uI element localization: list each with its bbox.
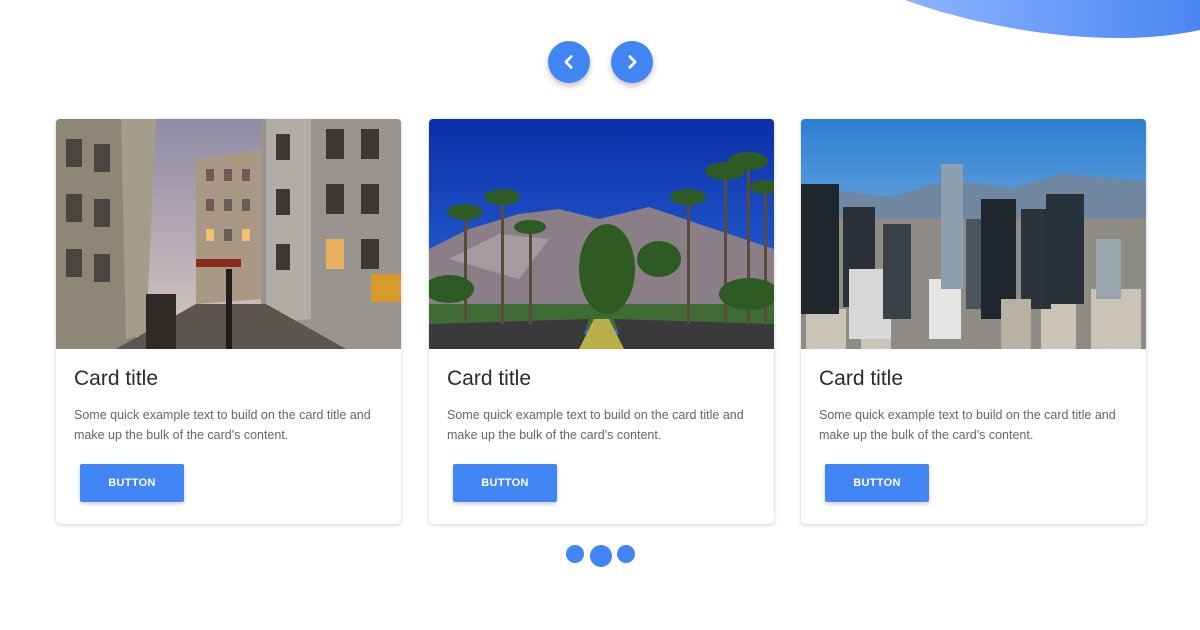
card: Card title Some quick example text to bu… <box>56 119 401 524</box>
city-street-photo <box>56 119 401 349</box>
card-title: Card title <box>74 367 159 390</box>
card-button[interactable]: BUTTON <box>80 464 184 502</box>
card-button[interactable]: BUTTON <box>825 464 929 502</box>
card-button[interactable]: BUTTON <box>453 464 557 502</box>
card-text: Some quick example text to build on the … <box>447 408 744 442</box>
card-text: Some quick example text to build on the … <box>819 408 1116 442</box>
chevron-right-icon <box>628 55 637 69</box>
carousel-prev-button[interactable] <box>548 41 590 83</box>
chevron-left-icon <box>564 55 573 69</box>
palm-road-photo <box>429 119 774 349</box>
carousel-indicator-2-active[interactable] <box>590 545 612 567</box>
card-title: Card title <box>819 367 904 390</box>
decorative-wave <box>905 0 1200 38</box>
card-title: Card title <box>447 367 532 390</box>
carousel-indicator-1[interactable] <box>566 545 584 563</box>
card-text: Some quick example text to build on the … <box>74 408 371 442</box>
carousel-indicator-3[interactable] <box>617 545 635 563</box>
card: Card title Some quick example text to bu… <box>429 119 774 524</box>
carousel-next-button[interactable] <box>611 41 653 83</box>
card: Card title Some quick example text to bu… <box>801 119 1146 524</box>
skyline-photo <box>801 119 1146 349</box>
